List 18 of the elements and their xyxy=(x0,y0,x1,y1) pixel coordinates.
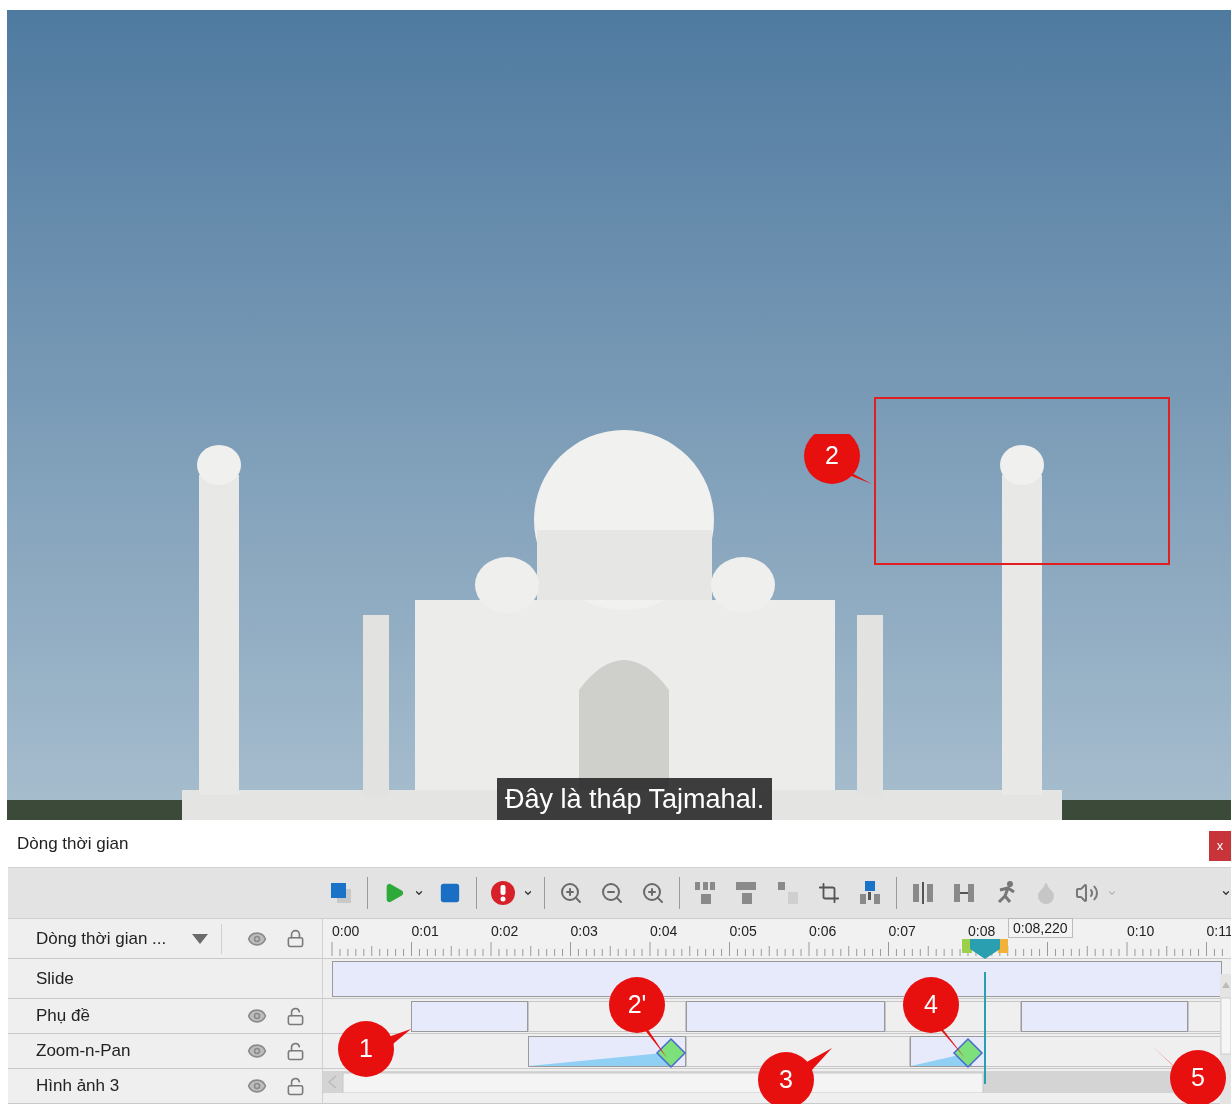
track-name: Zoom-n-Pan xyxy=(36,1041,132,1061)
time-label: 0:02 xyxy=(491,923,519,939)
time-label: 0:08 xyxy=(968,923,996,939)
time-label: 0:01 xyxy=(411,923,439,939)
time-label: 0:00 xyxy=(332,923,360,939)
timeline-header-label: Dòng thời gian ... xyxy=(36,928,168,949)
time-label: 0:10 xyxy=(1127,923,1155,939)
current-time-label: 0:08,220 xyxy=(1008,918,1073,938)
time-label: 0:05 xyxy=(729,923,757,939)
panel-title: Dòng thời gian xyxy=(17,833,129,854)
track-name: Hình ảnh 3 xyxy=(36,1076,121,1096)
time-label: 0:03 xyxy=(570,923,598,939)
time-label: 0:04 xyxy=(650,923,678,939)
track-name: Phụ đề xyxy=(36,1006,91,1026)
track-name: Slide xyxy=(36,968,75,989)
time-label: 0:06 xyxy=(809,923,837,939)
subtitle-caption: Đây là tháp Tajmahal. xyxy=(497,778,773,820)
time-label: 0:07 xyxy=(888,923,916,939)
